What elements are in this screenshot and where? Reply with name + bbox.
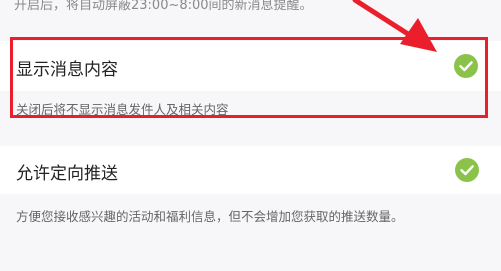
show-message-content-description: 关闭后将不显示消息发件人及相关内容 [16, 102, 229, 117]
allow-targeted-push-check-icon[interactable] [455, 158, 479, 182]
show-message-content-row[interactable]: 显示消息内容 [0, 41, 501, 91]
show-message-content-check-icon[interactable] [454, 54, 478, 78]
do-not-disturb-note: 开启后，将自动屏蔽23:00~8:00间的新消息提醒。 [14, 0, 313, 13]
allow-targeted-push-label: 允许定向推送 [16, 164, 118, 184]
allow-targeted-push-row[interactable]: 允许定向推送 [0, 146, 501, 194]
show-message-content-label: 显示消息内容 [16, 60, 118, 80]
allow-targeted-push-description: 方便您接收感兴趣的活动和福利信息，但不会增加您获取的推送数量。 [16, 209, 404, 224]
